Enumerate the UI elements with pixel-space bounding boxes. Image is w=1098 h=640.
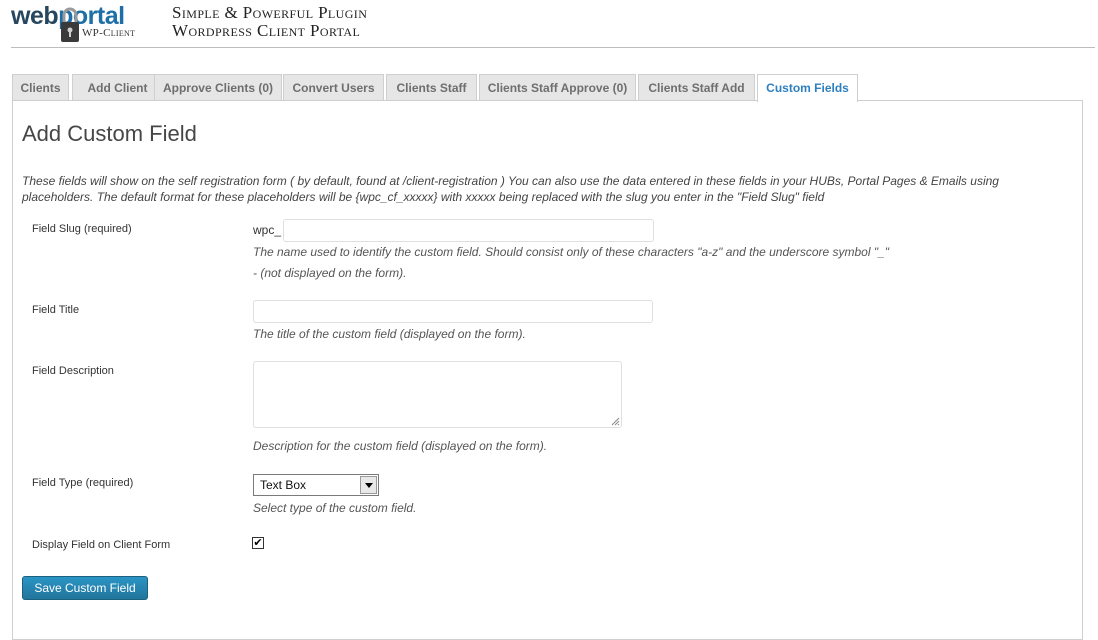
- field-slug-input[interactable]: [283, 219, 654, 242]
- field-slug-description: The name used to identify the custom fie…: [253, 245, 890, 259]
- page-title: Add Custom Field: [22, 121, 197, 146]
- tab-clients-staff-approve[interactable]: Clients Staff Approve (0): [479, 74, 636, 101]
- tab-clients[interactable]: Clients: [12, 74, 69, 101]
- tagline: Simple & Powerful Plugin Wordpress Clien…: [172, 4, 367, 40]
- resize-grip-icon[interactable]: [611, 417, 620, 426]
- tab-convert-users[interactable]: Convert Users: [283, 74, 384, 101]
- field-type-description: Select type of the custom field.: [253, 501, 417, 515]
- padlock-icon: [61, 7, 79, 42]
- field-slug-note: - (not displayed on the form).: [253, 266, 407, 280]
- field-type-select[interactable]: Text Box: [253, 474, 379, 496]
- intro-line-1: These fields will show on the self regis…: [22, 174, 999, 188]
- field-title-description: The title of the custom field (displayed…: [253, 327, 526, 341]
- field-slug-label: Field Slug (required): [32, 223, 132, 235]
- field-slug-prefix: wpc_: [253, 223, 282, 237]
- intro-line-2: placeholders. The default format for the…: [22, 190, 825, 204]
- field-type-label: Field Type (required): [32, 477, 134, 489]
- tab-clients-staff-add[interactable]: Clients Staff Add: [638, 74, 755, 101]
- field-title-label: Field Title: [32, 304, 80, 316]
- field-description-label: Field Description: [32, 365, 114, 377]
- tab-clients-staff[interactable]: Clients Staff: [386, 74, 477, 101]
- intro-text: These fields will show on the self regis…: [22, 173, 1062, 205]
- tab-add-client[interactable]: Add Client: [72, 74, 163, 101]
- tagline-line-2: Wordpress Client Portal: [172, 21, 361, 40]
- checkmark-icon: ✔: [253, 537, 263, 549]
- chevron-down-icon[interactable]: [360, 476, 377, 494]
- tagline-line-1: Simple & Powerful Plugin: [172, 3, 368, 22]
- web-portal-logo[interactable]: webportal WP-Client: [11, 2, 146, 44]
- field-title-input[interactable]: [253, 300, 653, 323]
- field-type-selected-value: Text Box: [260, 478, 307, 492]
- field-description-help: Description for the custom field (displa…: [253, 439, 548, 453]
- field-description-textarea[interactable]: [253, 361, 622, 428]
- tab-approve-clients[interactable]: Approve Clients (0): [154, 74, 282, 101]
- header-divider: [11, 47, 1095, 48]
- save-custom-field-button[interactable]: Save Custom Field: [22, 576, 148, 600]
- logo-subtitle: WP-Client: [82, 27, 136, 39]
- site-header: webportal WP-Client Simple & Powerful Pl…: [0, 0, 1098, 48]
- display-field-label: Display Field on Client Form: [32, 539, 171, 551]
- logo-word-web: web: [11, 2, 59, 30]
- tab-custom-fields[interactable]: Custom Fields: [757, 74, 858, 102]
- display-field-checkbox[interactable]: ✔: [252, 537, 264, 549]
